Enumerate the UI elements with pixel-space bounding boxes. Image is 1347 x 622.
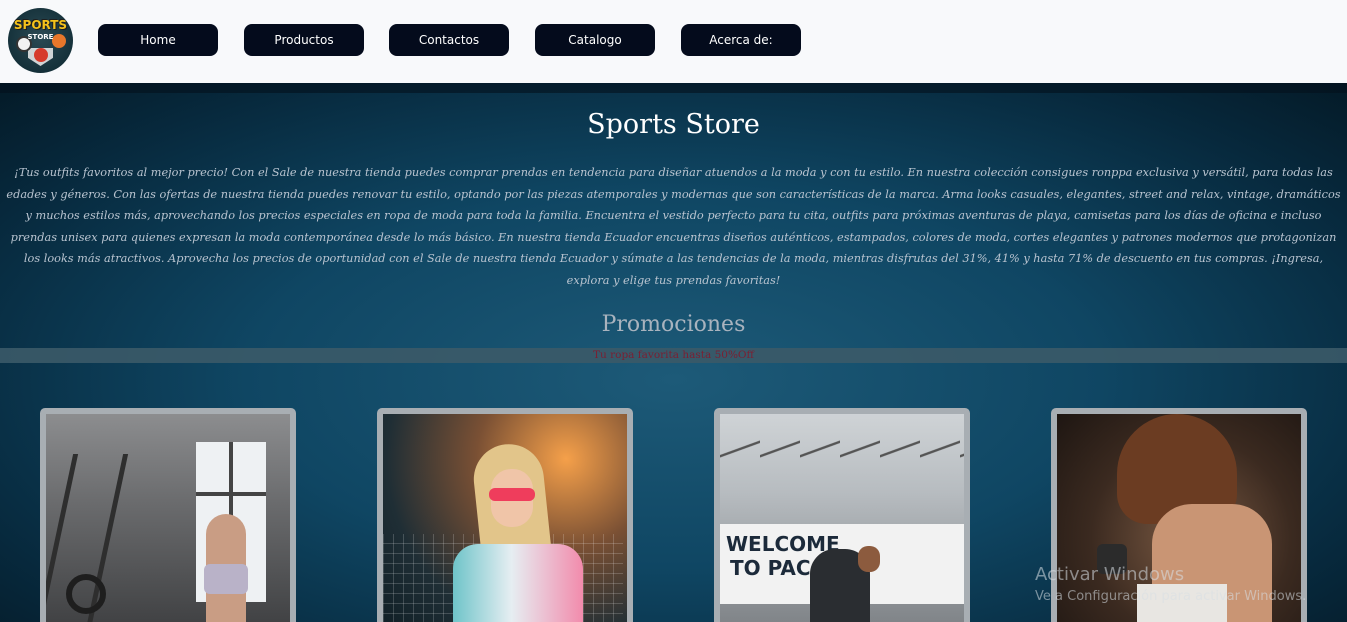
hero-top-band bbox=[0, 83, 1347, 93]
windows-activation-text: Ve a Configuración para activar Windows. bbox=[1035, 589, 1307, 604]
football-icon bbox=[34, 48, 48, 62]
navbar: SPORTS STORE Home Productos Contactos Ca… bbox=[0, 0, 1347, 83]
logo-text-store: STORE bbox=[27, 33, 54, 41]
pink-sunglasses-shape bbox=[489, 488, 535, 501]
gym-workout-photo bbox=[46, 414, 290, 622]
weight-plate-shape bbox=[66, 574, 106, 614]
nav-acerca-button[interactable]: Acerca de: bbox=[681, 24, 801, 56]
nav-home-button[interactable]: Home bbox=[98, 24, 218, 56]
nav-contactos-button[interactable]: Contactos bbox=[389, 24, 509, 56]
promo-card-fashion[interactable] bbox=[377, 408, 633, 622]
sports-store-logo[interactable]: SPORTS STORE bbox=[8, 8, 73, 73]
sports-top-shape bbox=[204, 564, 248, 594]
basketball-gym-photo: WELCOME TO PACA bbox=[720, 414, 964, 622]
player-head-shape bbox=[858, 546, 880, 572]
roof-trusses-shape bbox=[720, 414, 964, 484]
windows-activation-title: Activar Windows bbox=[1035, 564, 1185, 585]
nav-catalogo-button[interactable]: Catalogo bbox=[535, 24, 655, 56]
promo-card-basketball[interactable]: WELCOME TO PACA bbox=[714, 408, 970, 622]
promo-card-gym[interactable] bbox=[40, 408, 296, 622]
promo-banner-text: Tu ropa favorita hasta 50%Off bbox=[593, 349, 754, 361]
jacket-shape bbox=[453, 544, 583, 622]
fashion-model-photo bbox=[383, 414, 627, 622]
intro-paragraph: ¡Tus outfits favoritos al mejor precio! … bbox=[6, 166, 1341, 287]
nav-productos-button[interactable]: Productos bbox=[244, 24, 364, 56]
logo-text-sports: SPORTS bbox=[13, 18, 68, 32]
page-title: Sports Store bbox=[587, 109, 760, 140]
promotions-heading: Promociones bbox=[601, 312, 746, 337]
hero-section: Sports Store ¡Tus outfits favoritos al m… bbox=[0, 83, 1347, 622]
